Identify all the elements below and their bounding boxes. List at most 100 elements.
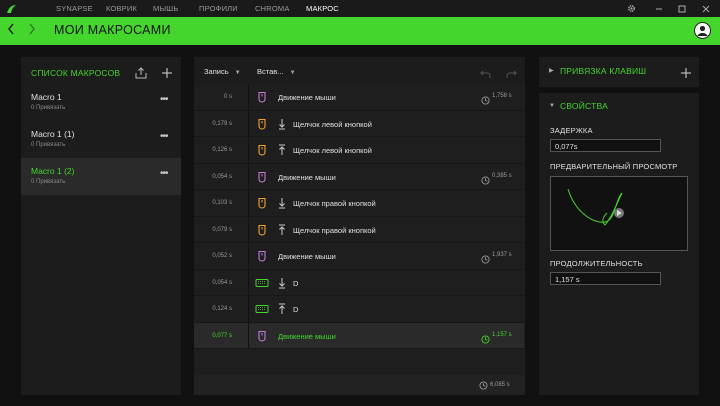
clock-icon (481, 92, 490, 105)
delay-field[interactable]: 0,077s (550, 139, 661, 152)
page-header: МОИ МАКРОСАМИ (0, 17, 720, 45)
event-label: Щелчок левой кнопкой (293, 119, 372, 129)
tab-chroma[interactable]: CHROMA (255, 4, 290, 13)
mouse-icon (255, 117, 269, 131)
event-delay: 0,103 s (212, 200, 232, 206)
event-duration: 0,385 s (492, 172, 512, 179)
macro-binding-count: 0 Привязать (31, 105, 66, 111)
event-duration: 1,937 s (492, 252, 512, 258)
redo-icon[interactable] (506, 66, 517, 84)
row-divider (248, 110, 249, 136)
minimize-icon[interactable] (652, 2, 666, 15)
macro-binding-count: 0 Привязать (31, 179, 66, 185)
row-divider (248, 216, 249, 242)
event-delay: 0,079 s (212, 226, 232, 233)
macro-event-row[interactable]: 0,054 s Движение мыши 0,385 s (194, 163, 524, 190)
macro-event-row[interactable]: 0,126 s Щелчок левой кнопкой (194, 137, 524, 164)
macro-event-row[interactable]: 0,179 s Щелчок левой кнопкой (194, 110, 524, 137)
macro-event-row[interactable]: 0,103 s Щелчок правой кнопкой (194, 190, 524, 217)
export-icon[interactable] (135, 66, 147, 79)
event-delay: 0,124 s (212, 306, 232, 312)
properties-panel: ▼ СВОЙСТВА ЗАДЕРЖКА 0,077s ПРЕДВАРИТЕЛЬН… (539, 93, 699, 395)
collapse-arrow-icon[interactable]: ▼ (549, 103, 555, 109)
event-label: Движение мыши (278, 252, 336, 261)
clock-icon (479, 381, 488, 390)
expand-arrow-icon[interactable]: ▶ (549, 67, 554, 74)
macro-list-item-selected[interactable]: Macro 1 (2) 0 Привязать ••• (21, 158, 181, 195)
macro-name: Macro 1 (2) (31, 166, 75, 176)
more-options-icon[interactable]: ••• (160, 94, 168, 105)
mouse-icon (255, 249, 269, 263)
keyboard-icon (255, 302, 269, 316)
event-label: Щелчок правой кнопкой (293, 199, 376, 208)
avatar[interactable] (694, 22, 711, 39)
back-arrow-icon[interactable] (7, 22, 15, 39)
insert-label: Встав... (257, 67, 284, 76)
event-label: D (293, 305, 299, 314)
tab-profiles[interactable]: ПРОФИЛИ (199, 4, 238, 13)
mouse-path-preview (550, 176, 688, 251)
undo-icon[interactable] (480, 66, 491, 84)
row-divider (248, 269, 249, 295)
clock-icon (481, 331, 490, 344)
event-delay: 0,054 s (212, 279, 232, 286)
add-keybind-icon[interactable] (680, 66, 692, 84)
arrow-down-icon (278, 196, 286, 209)
event-label: Движение мыши (278, 331, 336, 341)
tab-mouse[interactable]: МЫШЬ (153, 4, 178, 13)
preview-label: ПРЕДВАРИТЕЛЬНЫЙ ПРОСМОТР (550, 162, 678, 171)
settings-gear-icon[interactable] (624, 2, 638, 15)
event-duration: 1,758 s (492, 93, 512, 99)
title-bar: SYNAPSE КОВРИК МЫШЬ ПРОФИЛИ CHROMA МАКРО… (0, 0, 720, 17)
row-divider (248, 322, 249, 348)
event-delay: 0 s (223, 94, 232, 100)
delay-label: ЗАДЕРЖКА (550, 126, 593, 135)
row-divider (248, 137, 249, 163)
macro-event-list: 0 s Движение мыши 1,758 s 0,179 s Щелчок лев… (194, 84, 525, 376)
mouse-icon (255, 223, 269, 237)
macro-editor-panel: Запись ▼ Встав... ▼ 0 s Движение мыши 1,75… (194, 57, 525, 395)
clock-icon (481, 172, 490, 185)
properties-title: СВОЙСТВА (560, 101, 608, 111)
arrow-up-icon (278, 223, 286, 235)
more-options-icon[interactable]: ••• (160, 131, 168, 142)
macro-event-row-selected[interactable]: 0,077 s Движение мыши 1,157 s (194, 322, 524, 349)
add-macro-icon[interactable] (161, 66, 173, 78)
event-label: Движение мыши (278, 172, 336, 182)
arrow-up-icon (278, 143, 286, 155)
event-delay: 0,052 s (212, 253, 232, 259)
row-divider (248, 190, 249, 216)
arrow-down-icon (278, 276, 286, 288)
event-label: D (293, 278, 299, 288)
row-divider (248, 296, 249, 322)
macro-list-item[interactable]: Macro 1 0 Привязать ••• (21, 84, 181, 121)
tab-macro[interactable]: МАКРОС (306, 4, 339, 13)
keybind-panel[interactable]: ▶ ПРИВЯЗКА КЛАВИШ (539, 57, 699, 87)
macro-event-row[interactable]: 0 s Движение мыши 1,758 s (194, 84, 524, 111)
event-delay: 0,179 s (212, 120, 232, 127)
macro-event-row[interactable]: 0,052 s Движение мыши 1,937 s (194, 243, 524, 270)
close-icon[interactable] (699, 2, 713, 15)
insert-dropdown[interactable]: Встав... ▼ (257, 67, 296, 76)
row-divider (248, 243, 249, 269)
macro-event-row[interactable]: 0,079 s Щелчок правой кнопкой (194, 216, 524, 243)
arrow-down-icon (278, 117, 286, 129)
mouse-icon (255, 196, 269, 210)
macro-binding-count: 0 Привязать (31, 142, 66, 148)
event-delay: 0,077 s (212, 332, 232, 339)
duration-label: ПРОДОЛЖИТЕЛЬНОСТЬ (550, 259, 643, 268)
forward-arrow-icon[interactable] (28, 22, 36, 39)
record-dropdown[interactable]: Запись ▼ (204, 67, 241, 76)
tab-synapse[interactable]: SYNAPSE (56, 4, 93, 13)
more-options-icon[interactable]: ••• (160, 168, 168, 179)
keyboard-icon (255, 276, 269, 290)
row-divider (248, 84, 249, 110)
maximize-icon[interactable] (675, 2, 689, 15)
chevron-down-icon: ▼ (289, 70, 296, 76)
macro-list-title: СПИСОК МАКРОСОВ (31, 68, 121, 78)
macro-event-row[interactable]: 0,124 s D (194, 296, 524, 323)
macro-list-item[interactable]: Macro 1 (1) 0 Привязать ••• (21, 121, 181, 158)
tab-mousepad[interactable]: КОВРИК (106, 4, 137, 13)
macro-event-row[interactable]: 0,054 s D (194, 269, 524, 296)
duration-field[interactable]: 1,157 s (550, 272, 661, 285)
